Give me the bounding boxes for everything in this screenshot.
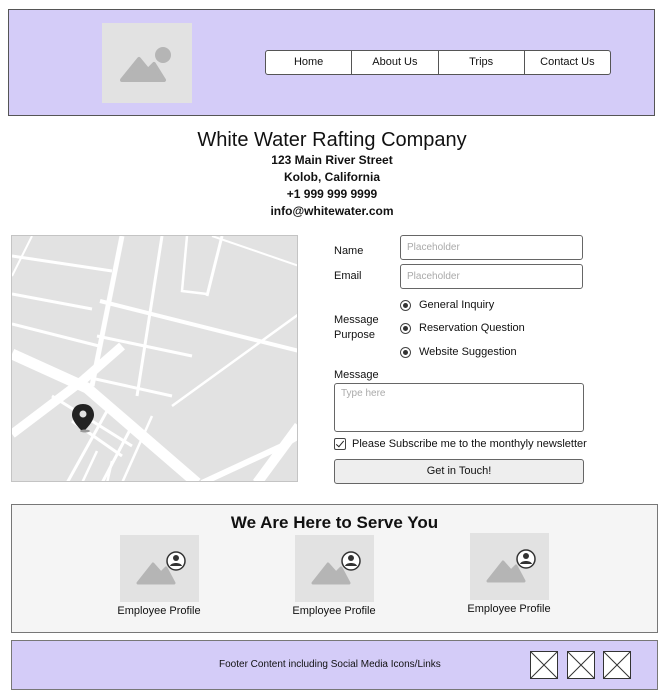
nav-about-us[interactable]: About Us xyxy=(352,51,439,74)
company-info: White Water Rafting Company 123 Main Riv… xyxy=(0,128,664,220)
purpose-label-line-1: Message xyxy=(334,314,379,326)
image-icon xyxy=(120,47,171,82)
message-label: Message xyxy=(334,369,379,381)
social-link-icon[interactable] xyxy=(530,651,558,679)
get-in-touch-button[interactable]: Get in Touch! xyxy=(334,459,584,484)
profile-image-icon xyxy=(311,551,361,585)
radio-website-suggestion[interactable]: Website Suggestion xyxy=(400,346,517,358)
team-section: We Are Here to Serve You Employee Profil… xyxy=(11,504,658,633)
phone-number: +1 999 999 9999 xyxy=(286,187,378,201)
newsletter-checkbox-row[interactable]: Please Subscribe me to the monthyly news… xyxy=(334,438,587,450)
logo-image-placeholder[interactable] xyxy=(102,23,192,103)
social-link-icon[interactable] xyxy=(603,651,631,679)
employee-profile-card[interactable]: Employee Profile xyxy=(104,535,214,617)
map-graphic xyxy=(12,236,297,481)
radio-label: General Inquiry xyxy=(419,299,495,311)
email-address[interactable]: info@whitewater.com xyxy=(0,203,664,220)
profile-image-placeholder xyxy=(469,533,549,600)
radio-label: Reservation Question xyxy=(419,322,525,334)
profile-image-placeholder xyxy=(119,535,199,602)
email-label: Email xyxy=(334,270,362,282)
nav-contact-us[interactable]: Contact Us xyxy=(525,51,610,74)
address-line-2: Kolob, California xyxy=(284,170,380,184)
profile-image-placeholder xyxy=(294,535,374,602)
newsletter-checkbox[interactable] xyxy=(334,438,346,450)
radio-label: Website Suggestion xyxy=(419,346,517,358)
radio-button[interactable] xyxy=(400,346,411,358)
profile-image-icon xyxy=(486,549,536,583)
nav-home[interactable]: Home xyxy=(266,51,353,74)
radio-button[interactable] xyxy=(400,299,411,311)
company-name: White Water Rafting Company xyxy=(197,129,467,151)
purpose-label-line-2: Purpose xyxy=(334,329,375,341)
footer-text: Footer Content including Social Media Ic… xyxy=(219,659,441,670)
team-section-title: We Are Here to Serve You xyxy=(230,513,439,532)
employee-profile-card[interactable]: Employee Profile xyxy=(279,535,389,617)
location-map[interactable] xyxy=(11,235,298,482)
message-textarea[interactable]: Type here xyxy=(334,383,584,432)
profile-label: Employee Profile xyxy=(467,603,551,615)
profile-image-icon xyxy=(136,551,186,585)
name-input[interactable]: Placeholder xyxy=(400,235,583,260)
profile-label: Employee Profile xyxy=(292,605,376,617)
social-link-icon[interactable] xyxy=(567,651,595,679)
radio-reservation-question[interactable]: Reservation Question xyxy=(400,322,525,334)
site-footer: Footer Content including Social Media Ic… xyxy=(11,640,658,690)
nav-trips[interactable]: Trips xyxy=(439,51,525,74)
site-header: Home About Us Trips Contact Us xyxy=(8,9,655,116)
email-input[interactable]: Placeholder xyxy=(400,264,583,289)
map-pin-icon xyxy=(72,404,94,433)
address-line-1: 123 Main River Street xyxy=(271,153,393,167)
newsletter-label: Please Subscribe me to the monthyly news… xyxy=(352,438,587,450)
profile-label: Employee Profile xyxy=(117,605,201,617)
employee-profile-card[interactable]: Employee Profile xyxy=(454,533,564,615)
radio-button[interactable] xyxy=(400,322,411,334)
main-nav: Home About Us Trips Contact Us xyxy=(265,50,611,75)
radio-general-inquiry[interactable]: General Inquiry xyxy=(400,299,494,311)
name-label: Name xyxy=(334,245,364,257)
